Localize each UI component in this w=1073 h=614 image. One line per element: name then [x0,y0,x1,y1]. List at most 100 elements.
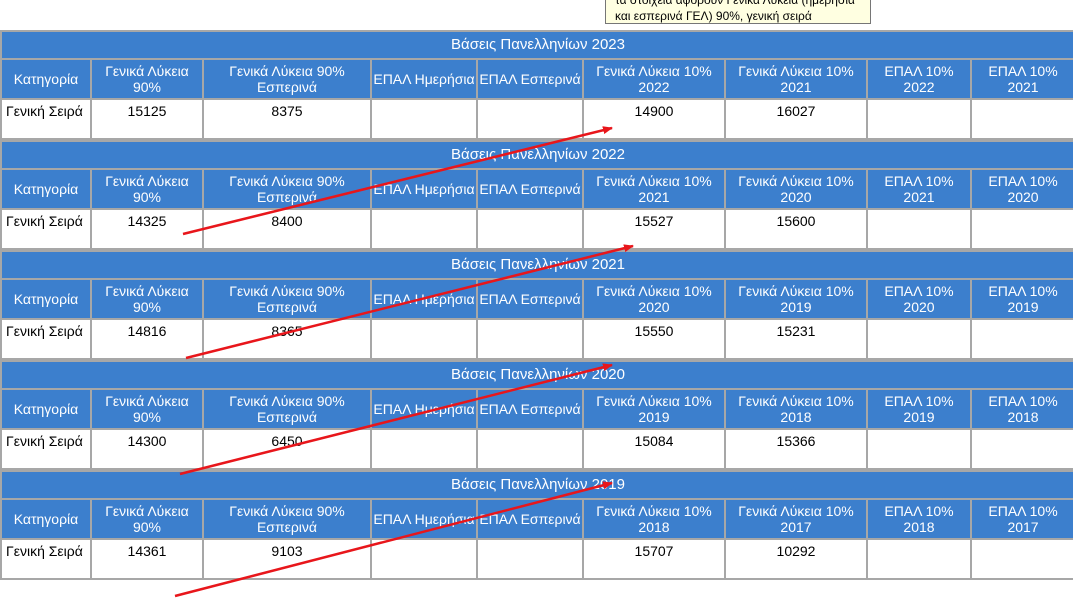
tooltip-line-2: και εσπερινά ΓΕΛ) 90%, γενική σειρά [615,9,812,23]
column-header: ΕΠΑΛ Εσπερινά [478,390,582,428]
score-cell: 15366 [726,430,866,468]
score-cell [478,430,582,468]
column-header: Γενικά Λύκεια 90% [92,390,202,428]
column-header: Γενικά Λύκεια 10% 2022 [584,60,724,98]
score-cell: 15231 [726,320,866,358]
column-header: Γενικά Λύκεια 90% [92,170,202,208]
column-header: Κατηγορία [2,390,90,428]
score-cell [972,430,1073,468]
score-cell: 15600 [726,210,866,248]
category-cell: Γενική Σειρά [2,430,90,468]
results-page: Βάσεις Πανελληνίων 2023 Κατηγορία Γενικά Λ… [0,30,1073,580]
column-header: ΕΠΑΛ 10% 2022 [868,60,970,98]
table-title: Βάσεις Πανελληνίων 2020 [2,362,1073,388]
score-cell: 14300 [92,430,202,468]
header-row: Κατηγορία Γενικά Λύκεια 90% Γενικά Λύκεια … [2,280,1073,318]
column-header: Κατηγορία [2,500,90,538]
results-table: Βάσεις Πανελληνίων 2019 Κατηγορία Γενικά Λ… [0,470,1073,580]
column-header: ΕΠΑΛ 10% 2019 [868,390,970,428]
column-header: Γενικά Λύκεια 90% Εσπερινά [204,500,370,538]
column-header: Γενικά Λύκεια 10% 2018 [726,390,866,428]
header-row: Κατηγορία Γενικά Λύκεια 90% Γενικά Λύκεια … [2,390,1073,428]
score-cell: 14361 [92,540,202,578]
column-header: ΕΠΑΛ Ημερήσια [372,170,476,208]
score-cell [868,100,970,138]
table-row: Γενική Σειρά 14816 8365 15550 15231 [2,320,1073,358]
column-header: ΕΠΑΛ Εσπερινά [478,500,582,538]
score-cell: 14325 [92,210,202,248]
table-row: Γενική Σειρά 14361 9103 15707 10292 [2,540,1073,578]
column-header: Γενικά Λύκεια 90% Εσπερινά [204,280,370,318]
column-header: Κατηγορία [2,280,90,318]
column-header: Γενικά Λύκεια 10% 2019 [726,280,866,318]
column-header: Γενικά Λύκεια 90% Εσπερινά [204,390,370,428]
category-cell: Γενική Σειρά [2,320,90,358]
column-header: Γενικά Λύκεια 10% 2020 [726,170,866,208]
results-table: Βάσεις Πανελληνίων 2020 Κατηγορία Γενικά Λ… [0,360,1073,470]
results-table: Βάσεις Πανελληνίων 2023 Κατηγορία Γενικά Λ… [0,30,1073,140]
header-row: Κατηγορία Γενικά Λύκεια 90% Γενικά Λύκεια … [2,170,1073,208]
header-row: Κατηγορία Γενικά Λύκεια 90% Γενικά Λύκεια … [2,500,1073,538]
results-table: Βάσεις Πανελληνίων 2022 Κατηγορία Γενικά Λ… [0,140,1073,250]
score-cell [868,210,970,248]
table-row: Γενική Σειρά 14325 8400 15527 15600 [2,210,1073,248]
score-cell: 15527 [584,210,724,248]
column-header: Γενικά Λύκεια 90% [92,500,202,538]
column-header: ΕΠΑΛ 10% 2017 [972,500,1073,538]
score-cell: 8365 [204,320,370,358]
score-cell [972,100,1073,138]
table-row: Γενική Σειρά 15125 8375 14900 16027 [2,100,1073,138]
score-cell: 9103 [204,540,370,578]
header-row: Κατηγορία Γενικά Λύκεια 90% Γενικά Λύκεια … [2,60,1073,98]
column-header: ΕΠΑΛ Ημερήσια [372,390,476,428]
category-cell: Γενική Σειρά [2,540,90,578]
column-header: ΕΠΑΛ Εσπερινά [478,170,582,208]
column-header: Γενικά Λύκεια 10% 2017 [726,500,866,538]
tooltip: τα στοιχεία αφορούν Γενικά Λύκεια (ημερή… [605,0,871,24]
column-header: ΕΠΑΛ 10% 2018 [972,390,1073,428]
score-cell: 6450 [204,430,370,468]
score-cell [478,100,582,138]
column-header: ΕΠΑΛ Εσπερινά [478,60,582,98]
column-header: Γενικά Λύκεια 10% 2019 [584,390,724,428]
score-cell [372,210,476,248]
column-header: ΕΠΑΛ 10% 2020 [868,280,970,318]
column-header: ΕΠΑΛ 10% 2019 [972,280,1073,318]
score-cell [372,320,476,358]
score-cell: 15707 [584,540,724,578]
table-title: Βάσεις Πανελληνίων 2022 [2,142,1073,168]
score-cell: 15084 [584,430,724,468]
column-header: Γενικά Λύκεια 90% [92,280,202,318]
score-cell [372,540,476,578]
column-header: Γενικά Λύκεια 10% 2021 [726,60,866,98]
score-cell: 14816 [92,320,202,358]
column-header: ΕΠΑΛ Ημερήσια [372,280,476,318]
score-cell [868,320,970,358]
score-cell: 15125 [92,100,202,138]
column-header: ΕΠΑΛ 10% 2018 [868,500,970,538]
column-header: Γενικά Λύκεια 10% 2021 [584,170,724,208]
score-cell [372,430,476,468]
table-row: Γενική Σειρά 14300 6450 15084 15366 [2,430,1073,468]
score-cell: 8400 [204,210,370,248]
results-table: Βάσεις Πανελληνίων 2021 Κατηγορία Γενικά Λ… [0,250,1073,360]
table-title: Βάσεις Πανελληνίων 2019 [2,472,1073,498]
column-header: ΕΠΑΛ Ημερήσια [372,60,476,98]
column-header: Γενικά Λύκεια 10% 2020 [584,280,724,318]
column-header: Γενικά Λύκεια 90% Εσπερινά [204,60,370,98]
column-header: ΕΠΑΛ Ημερήσια [372,500,476,538]
table-title: Βάσεις Πανελληνίων 2021 [2,252,1073,278]
table-title: Βάσεις Πανελληνίων 2023 [2,32,1073,58]
column-header: ΕΠΑΛ 10% 2020 [972,170,1073,208]
score-cell [868,540,970,578]
category-cell: Γενική Σειρά [2,100,90,138]
score-cell [372,100,476,138]
score-cell: 15550 [584,320,724,358]
score-cell: 8375 [204,100,370,138]
score-cell: 16027 [726,100,866,138]
score-cell [972,210,1073,248]
score-cell [478,320,582,358]
score-cell: 10292 [726,540,866,578]
category-cell: Γενική Σειρά [2,210,90,248]
column-header: Κατηγορία [2,60,90,98]
